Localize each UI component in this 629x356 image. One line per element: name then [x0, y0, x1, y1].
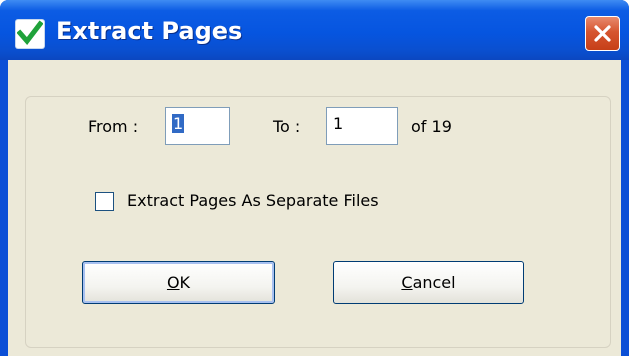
from-label: From : — [88, 117, 139, 136]
separate-files-label[interactable]: Extract Pages As Separate Files — [127, 191, 379, 210]
title-bar[interactable]: Extract Pages — [0, 0, 629, 60]
cancel-rest: ancel — [412, 273, 456, 292]
close-icon — [594, 25, 611, 42]
separate-files-checkbox[interactable] — [95, 192, 114, 211]
ok-accel: O — [166, 273, 180, 292]
ok-button[interactable]: OK — [82, 261, 275, 304]
ok-rest: K — [179, 273, 191, 292]
dialog-body: From : 1 To : 1 of 19 Extract Pages As S… — [8, 60, 621, 356]
to-page-input[interactable]: 1 — [326, 107, 398, 145]
close-button[interactable] — [585, 16, 620, 51]
to-page-value: 1 — [333, 114, 344, 133]
extract-pages-dialog: Extract Pages From : 1 To : 1 of 19 Extr… — [0, 0, 629, 356]
window-title: Extract Pages — [56, 17, 243, 45]
check-mark-icon — [16, 20, 44, 48]
from-page-value: 1 — [172, 114, 185, 133]
to-label: To : — [273, 117, 301, 136]
cancel-accel: C — [401, 273, 413, 292]
page-count-label: of 19 — [411, 117, 452, 136]
from-page-input[interactable]: 1 — [165, 107, 230, 145]
cancel-button[interactable]: Cancel — [333, 261, 524, 304]
